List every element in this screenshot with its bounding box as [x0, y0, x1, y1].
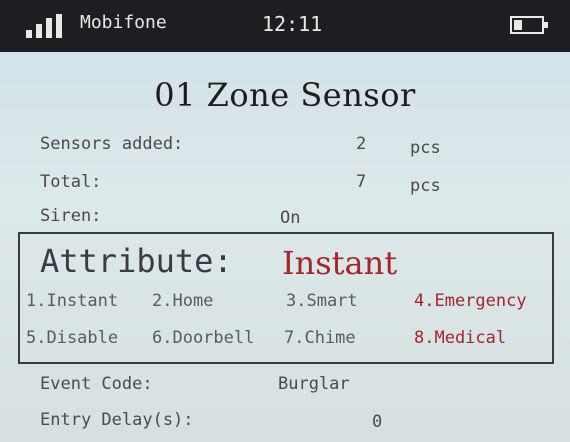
clock-time: 12:11	[262, 12, 323, 36]
battery-terminal	[544, 22, 548, 28]
attribute-value: Instant	[282, 244, 398, 282]
attribute-option-medical[interactable]: 8.Medical	[414, 328, 506, 348]
sensors-added-value: 2	[356, 134, 367, 154]
page-title: 01 Zone Sensor	[154, 76, 416, 114]
device-screen: Mobifone 12:11 01 Zone Sensor Sensors ad…	[0, 0, 570, 442]
carrier-name: Mobifone	[80, 12, 167, 33]
sensors-added-unit: pcs	[410, 138, 441, 158]
sensors-added-label: Sensors added:	[40, 134, 184, 154]
status-bar: Mobifone 12:11	[0, 0, 570, 52]
total-value: 7	[356, 172, 367, 192]
event-code-label: Event Code:	[40, 374, 153, 394]
attribute-option-emergency[interactable]: 4.Emergency	[414, 291, 527, 311]
total-label: Total:	[40, 172, 102, 192]
attribute-option-instant[interactable]: 1.Instant	[26, 291, 118, 311]
attribute-option-doorbell[interactable]: 6.Doorbell	[152, 328, 254, 348]
entry-delay-value[interactable]: 0	[372, 412, 382, 432]
event-code-value[interactable]: Burglar	[278, 374, 350, 394]
attribute-label: Attribute:	[40, 242, 233, 280]
attribute-option-home[interactable]: 2.Home	[152, 291, 213, 311]
siren-label: Siren:	[40, 206, 102, 226]
battery-icon	[510, 16, 548, 34]
attribute-option-disable[interactable]: 5.Disable	[26, 328, 118, 348]
attribute-option-smart[interactable]: 3.Smart	[286, 291, 358, 311]
siren-value: On	[280, 208, 301, 228]
entry-delay-label: Entry Delay(s):	[40, 410, 194, 430]
attribute-option-chime[interactable]: 7.Chime	[284, 328, 356, 348]
signal-bars-icon	[26, 14, 68, 38]
battery-fill	[514, 20, 522, 30]
total-unit: pcs	[410, 176, 441, 196]
